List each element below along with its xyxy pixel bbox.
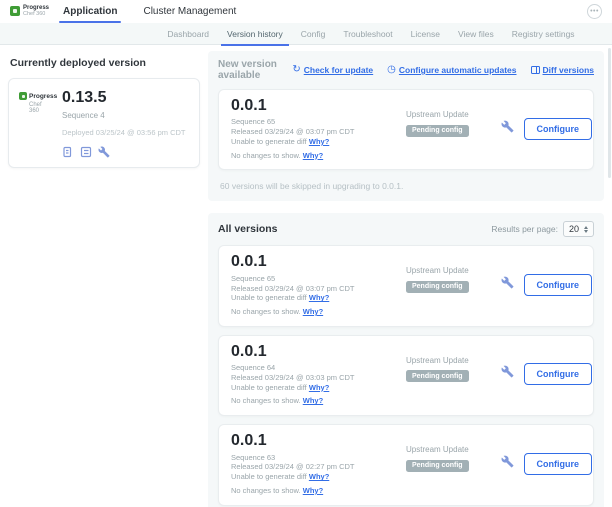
- diff-columns-icon: [531, 66, 540, 74]
- edit-config-wrench-icon[interactable]: [501, 365, 514, 383]
- results-per-page-label: Results per page:: [491, 224, 558, 234]
- configure-automatic-updates-link[interactable]: ◷ Configure automatic updates: [387, 65, 516, 75]
- edit-config-wrench-icon[interactable]: [501, 120, 514, 138]
- ellipsis-menu-button[interactable]: •••: [587, 4, 602, 19]
- changes-why-link[interactable]: Why?: [303, 307, 323, 316]
- configure-button[interactable]: Configure: [524, 118, 593, 140]
- nav-view-files[interactable]: View files: [458, 23, 494, 45]
- diff-status-text: Unable to generate diff: [231, 137, 307, 146]
- deployed-version-panel: Currently deployed version Progress Chef…: [8, 51, 200, 168]
- changes-why-link[interactable]: Why?: [303, 396, 323, 405]
- diff-why-link[interactable]: Why?: [309, 472, 329, 481]
- skip-versions-note: 60 versions will be skipped in upgrading…: [220, 181, 594, 191]
- changes-why-link[interactable]: Why?: [303, 486, 323, 495]
- nav-troubleshoot[interactable]: Troubleshoot: [343, 23, 392, 45]
- preflight-checklist-icon[interactable]: [80, 146, 92, 158]
- deployed-app-logo: Progress Chef 360: [19, 89, 53, 158]
- diff-status-text: Unable to generate diff: [231, 383, 307, 392]
- app-header: Progress Chef 360 Application Cluster Ma…: [0, 0, 612, 23]
- status-badge: Pending config: [406, 460, 469, 472]
- version-source: Upstream Update: [406, 445, 501, 454]
- changes-text: No changes to show.: [231, 151, 301, 160]
- version-released: Released 03/29/24 @ 03:07 pm CDT: [231, 284, 406, 294]
- version-released: Released 03/29/24 @ 03:03 pm CDT: [231, 373, 406, 383]
- deployed-version-number: 0.13.5: [62, 89, 189, 107]
- version-number: 0.0.1: [231, 432, 406, 450]
- secondary-nav: Dashboard Version history Config Trouble…: [0, 23, 612, 45]
- brand-name: Progress: [29, 93, 57, 100]
- version-number: 0.0.1: [231, 343, 406, 361]
- nav-registry-settings[interactable]: Registry settings: [512, 23, 575, 45]
- new-version-row: 0.0.1 Sequence 65 Released 03/29/24 @ 03…: [218, 89, 594, 170]
- version-number: 0.0.1: [231, 97, 406, 115]
- configure-button[interactable]: Configure: [524, 363, 593, 385]
- refresh-icon: ↻: [292, 65, 300, 75]
- status-badge: Pending config: [406, 125, 469, 137]
- diff-status-text: Unable to generate diff: [231, 472, 307, 481]
- edit-config-wrench-icon[interactable]: [501, 276, 514, 294]
- version-sequence: Sequence 65: [231, 117, 406, 127]
- tab-application[interactable]: Application: [63, 0, 117, 23]
- version-sequence: Sequence 65: [231, 274, 406, 284]
- results-per-page-select[interactable]: 20: [563, 221, 594, 237]
- brand-logo-icon: [19, 92, 27, 100]
- changes-text: No changes to show.: [231, 307, 301, 316]
- status-badge: Pending config: [406, 370, 469, 382]
- version-sequence: Sequence 64: [231, 363, 406, 373]
- nav-version-history[interactable]: Version history: [227, 23, 283, 45]
- product-name: Chef 360: [29, 102, 53, 114]
- check-for-update-link[interactable]: ↻ Check for update: [292, 65, 373, 75]
- diff-why-link[interactable]: Why?: [309, 383, 329, 392]
- version-number: 0.0.1: [231, 253, 406, 271]
- results-per-page-value: 20: [569, 224, 579, 234]
- version-released: Released 03/29/24 @ 03:07 pm CDT: [231, 127, 406, 137]
- all-versions-section: All versions Results per page: 20 0.0.1 …: [208, 213, 604, 507]
- version-diff-icon[interactable]: [62, 146, 74, 158]
- configure-button[interactable]: Configure: [524, 274, 593, 296]
- nav-config[interactable]: Config: [301, 23, 326, 45]
- clock-icon: ◷: [387, 65, 396, 75]
- all-versions-title: All versions: [218, 223, 278, 235]
- new-version-title: New version available: [218, 59, 292, 81]
- version-source: Upstream Update: [406, 110, 501, 119]
- version-released: Released 03/29/24 @ 02:27 pm CDT: [231, 462, 406, 472]
- diff-versions-link[interactable]: Diff versions: [531, 65, 595, 75]
- version-row: 0.0.1 Sequence 64 Released 03/29/24 @ 03…: [218, 335, 594, 416]
- new-version-section: New version available ↻ Check for update…: [208, 51, 604, 201]
- brand-logo-icon: [10, 6, 20, 16]
- diff-status-text: Unable to generate diff: [231, 293, 307, 302]
- deployed-timestamp: Deployed 03/25/24 @ 03:56 pm CDT: [62, 128, 189, 137]
- deployed-version-card: Progress Chef 360 0.13.5 Sequence 4 Depl…: [8, 78, 200, 168]
- changes-why-link[interactable]: Why?: [303, 151, 323, 160]
- nav-license[interactable]: License: [411, 23, 440, 45]
- configure-button[interactable]: Configure: [524, 453, 593, 475]
- edit-config-wrench-icon[interactable]: [98, 146, 110, 158]
- edit-config-wrench-icon[interactable]: [501, 455, 514, 473]
- version-sequence: Sequence 63: [231, 453, 406, 463]
- deployed-sequence: Sequence 4: [62, 111, 189, 120]
- diff-why-link[interactable]: Why?: [309, 293, 329, 302]
- product-name: Chef 360: [23, 12, 49, 18]
- stepper-arrows-icon: [584, 226, 588, 234]
- version-row: 0.0.1 Sequence 65 Released 03/29/24 @ 03…: [218, 245, 594, 326]
- deployed-panel-title: Currently deployed version: [10, 57, 200, 69]
- tab-cluster-management[interactable]: Cluster Management: [143, 0, 236, 23]
- version-source: Upstream Update: [406, 356, 501, 365]
- status-badge: Pending config: [406, 281, 469, 293]
- scrollbar-thumb[interactable]: [608, 48, 611, 178]
- changes-text: No changes to show.: [231, 396, 301, 405]
- changes-text: No changes to show.: [231, 486, 301, 495]
- diff-why-link[interactable]: Why?: [309, 137, 329, 146]
- version-source: Upstream Update: [406, 266, 501, 275]
- version-row: 0.0.1 Sequence 63 Released 03/29/24 @ 02…: [218, 424, 594, 505]
- app-logo: Progress Chef 360: [10, 5, 49, 18]
- nav-dashboard[interactable]: Dashboard: [167, 23, 209, 45]
